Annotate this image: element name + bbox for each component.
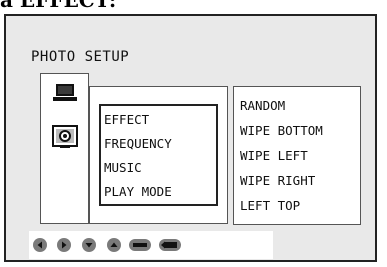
down-arrow-icon[interactable] <box>82 238 96 252</box>
menu-item-effect[interactable]: EFFECT <box>101 108 216 132</box>
left-arrow-icon[interactable] <box>33 238 47 252</box>
section-title: PHOTO SETUP <box>31 49 130 65</box>
option-wipe-left[interactable]: WIPE LEFT <box>240 143 360 168</box>
up-arrow-icon[interactable] <box>107 238 121 252</box>
monitor-icon[interactable] <box>53 82 77 104</box>
menu-item-music[interactable]: MUSIC <box>101 156 216 180</box>
category-icon-panel <box>40 73 89 224</box>
enter-icon[interactable] <box>129 238 151 252</box>
remote-nav-strip <box>29 231 273 259</box>
right-arrow-icon[interactable] <box>57 238 71 252</box>
menu-list: EFFECT FREQUENCY MUSIC PLAY MODE <box>99 104 218 206</box>
option-random[interactable]: RANDOM <box>240 93 360 118</box>
return-icon[interactable] <box>159 238 181 252</box>
options-panel: RANDOM WIPE BOTTOM WIPE LEFT WIPE RIGHT … <box>233 86 361 225</box>
option-wipe-bottom[interactable]: WIPE BOTTOM <box>240 118 360 143</box>
menu-item-play-mode[interactable]: PLAY MODE <box>101 180 216 204</box>
settings-box-icon[interactable] <box>52 125 78 149</box>
option-left-top[interactable]: LEFT TOP <box>240 193 360 218</box>
caption-fragment: a EFFECT: <box>0 0 200 9</box>
menu-panel: EFFECT FREQUENCY MUSIC PLAY MODE <box>89 86 228 224</box>
option-wipe-right[interactable]: WIPE RIGHT <box>240 168 360 193</box>
menu-item-frequency[interactable]: FREQUENCY <box>101 132 216 156</box>
